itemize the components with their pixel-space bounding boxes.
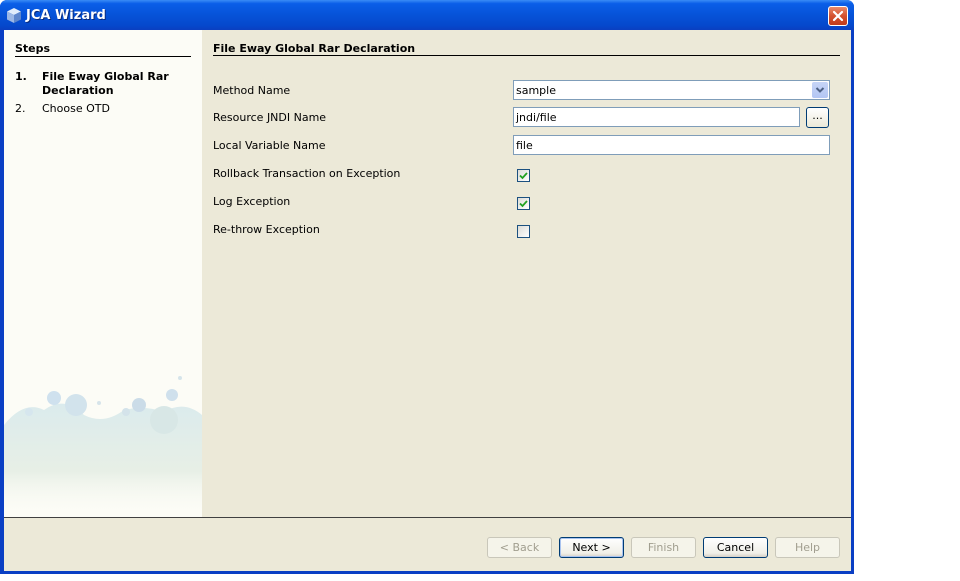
- button-bar-divider: [4, 517, 851, 518]
- rollback-transaction-label: Rollback Transaction on Exception: [213, 167, 401, 180]
- resource-jndi-name-value: jndi/file: [516, 111, 557, 124]
- back-button-label: < Back: [499, 541, 540, 554]
- close-button[interactable]: [828, 6, 848, 26]
- page-title: File Eway Global Rar Declaration: [213, 42, 416, 55]
- rollback-transaction-checkbox[interactable]: [517, 169, 530, 182]
- help-button[interactable]: Help: [775, 537, 840, 558]
- steps-panel: Steps 1. File Eway Global Rar Declaratio…: [4, 30, 202, 517]
- dropdown-arrow[interactable]: [812, 82, 828, 98]
- finish-button[interactable]: Finish: [631, 537, 696, 558]
- local-variable-name-input[interactable]: file: [513, 135, 830, 155]
- step-label: File Eway Global Rar Declaration: [42, 70, 169, 97]
- cancel-button[interactable]: Cancel: [703, 537, 768, 558]
- method-name-value: sample: [516, 84, 556, 97]
- chevron-down-icon: [815, 87, 825, 93]
- jca-wizard-window: JCA Wizard Steps 1. File Eway Global Rar…: [0, 0, 854, 574]
- back-button[interactable]: < Back: [487, 537, 552, 558]
- local-variable-name-label: Local Variable Name: [213, 139, 326, 152]
- check-icon: [519, 172, 528, 180]
- resource-jndi-name-label: Resource JNDI Name: [213, 111, 327, 124]
- check-icon: [519, 200, 528, 208]
- browse-button[interactable]: ...: [806, 107, 829, 128]
- local-variable-name-value: file: [516, 139, 533, 152]
- next-button[interactable]: Next >: [559, 537, 624, 558]
- title-divider: [213, 55, 840, 56]
- resource-jndi-name-input[interactable]: jndi/file: [513, 107, 800, 127]
- help-button-label: Help: [794, 541, 821, 554]
- dialog-body: Steps 1. File Eway Global Rar Declaratio…: [4, 30, 851, 571]
- steps-divider: [15, 56, 191, 57]
- steps-title: Steps: [15, 42, 51, 55]
- finish-button-label: Finish: [647, 541, 680, 554]
- log-exception-label: Log Exception: [213, 195, 291, 208]
- step-number: 2.: [15, 102, 26, 115]
- next-button-label: Next >: [572, 541, 611, 554]
- cube-icon: [7, 8, 21, 23]
- close-icon: [832, 10, 844, 22]
- decorative-bubbles-image: [4, 376, 202, 517]
- rethrow-exception-checkbox[interactable]: [517, 225, 530, 238]
- step-label: Choose OTD: [42, 102, 110, 115]
- cancel-button-label: Cancel: [716, 541, 755, 554]
- window-title: JCA Wizard: [26, 8, 106, 23]
- method-name-label: Method Name: [213, 84, 291, 97]
- method-name-combobox[interactable]: sample: [513, 80, 830, 100]
- rethrow-exception-label: Re-throw Exception: [213, 223, 320, 236]
- log-exception-checkbox[interactable]: [517, 197, 530, 210]
- title-bar[interactable]: JCA Wizard: [0, 0, 854, 30]
- step-number: 1.: [15, 70, 27, 83]
